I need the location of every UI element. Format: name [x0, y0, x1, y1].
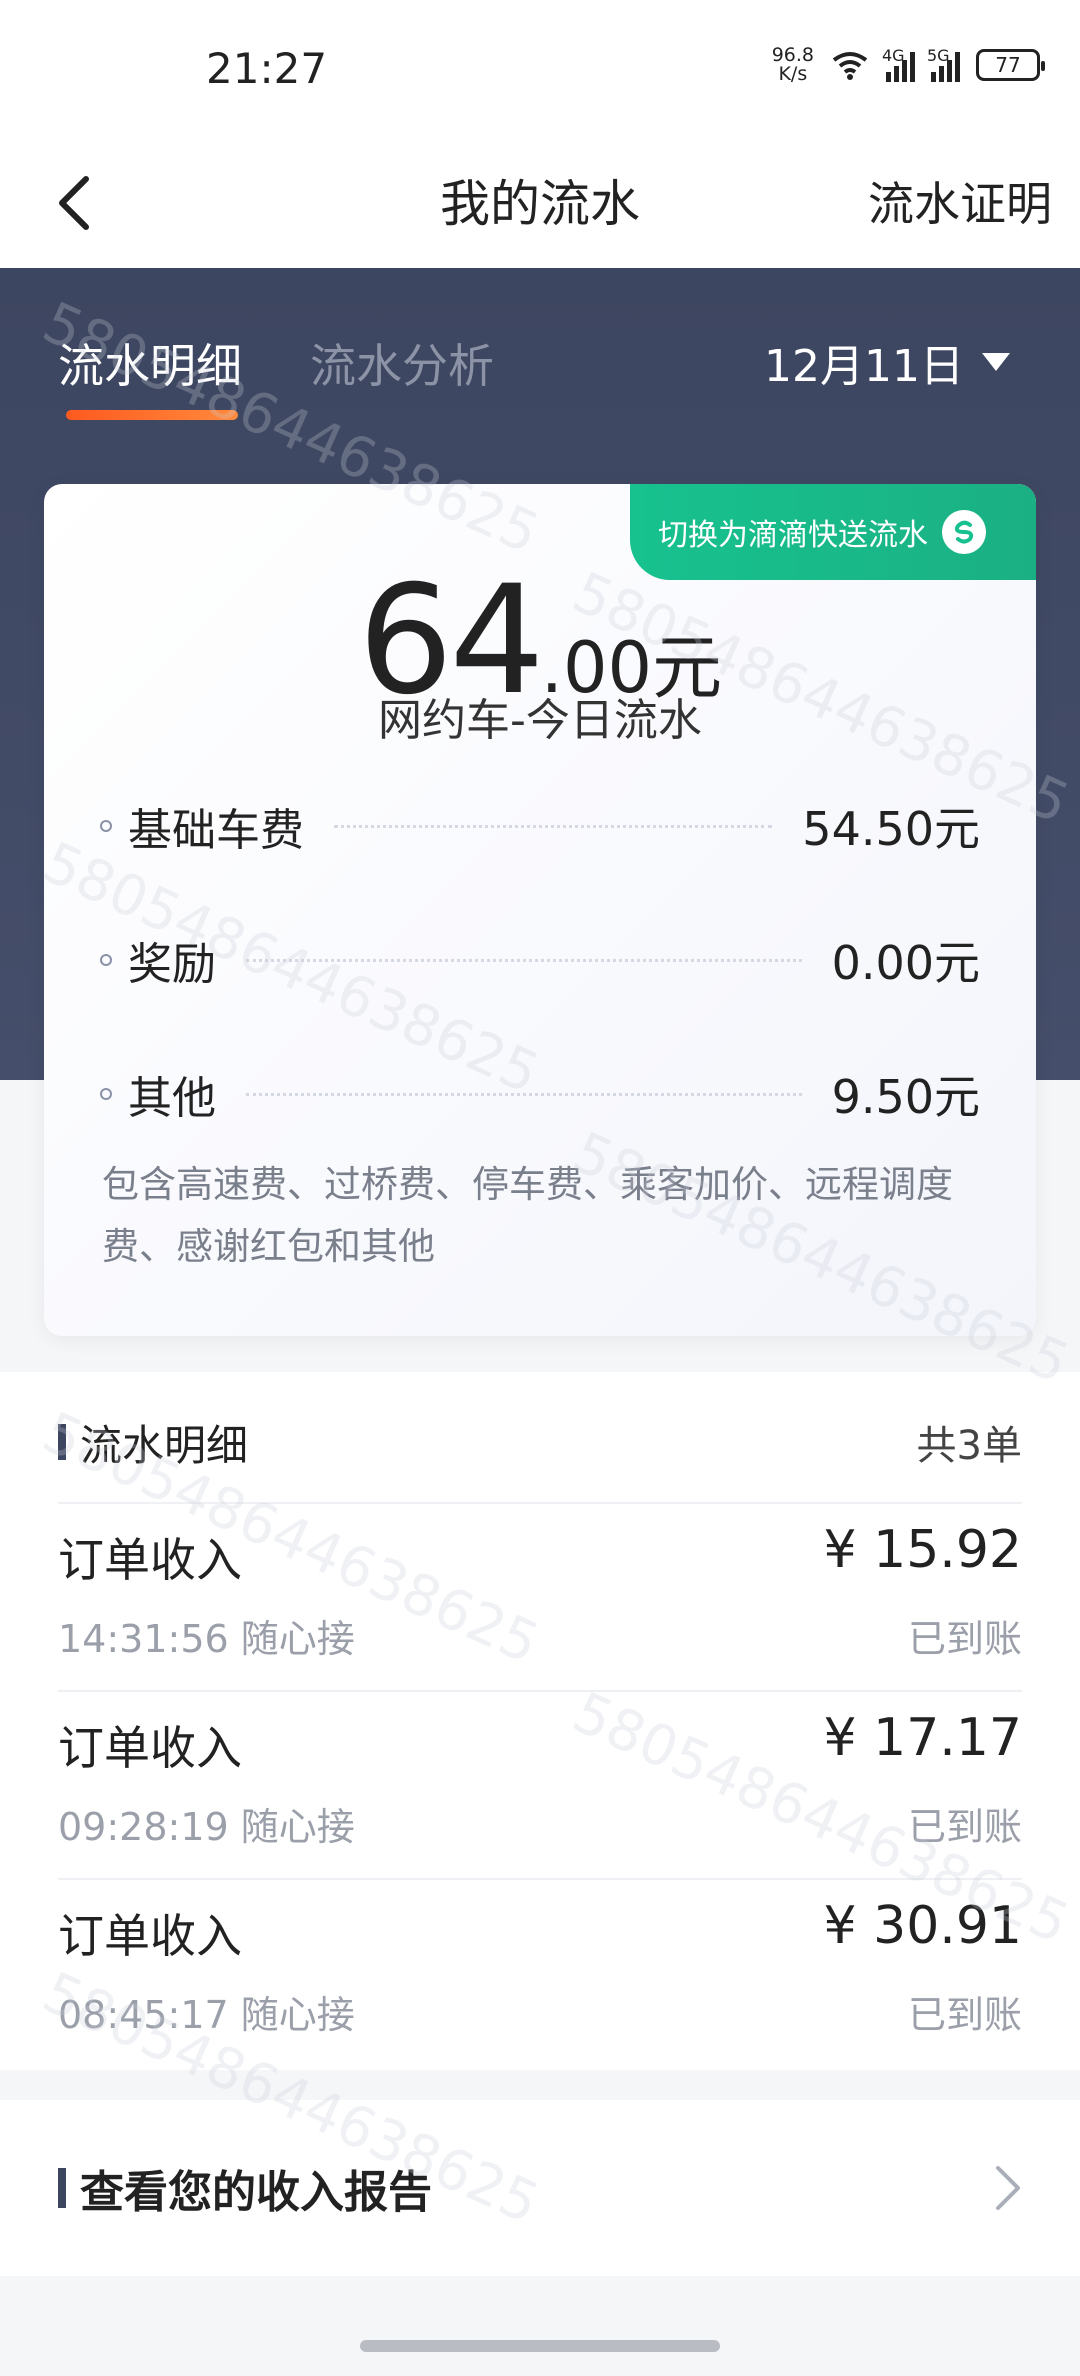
status-time: 21:27 — [206, 44, 328, 93]
bullet-icon — [100, 1088, 112, 1100]
wifi-icon — [832, 52, 868, 80]
status-icons: 96.8 K/s 4G 5G 77 — [771, 44, 1045, 85]
bullet-icon — [100, 954, 112, 966]
tab-flow-analysis[interactable]: 流水分析 — [310, 330, 494, 396]
bullet-icon — [100, 820, 112, 832]
signal-5g-icon: 5G — [927, 46, 960, 82]
date-value: 12月11日 — [764, 341, 964, 392]
line-item-base-fare: 基础车费 54.50元 — [100, 796, 980, 856]
network-speed: 96.8 K/s — [771, 44, 814, 85]
statement-certificate-link[interactable]: 流水证明 — [868, 168, 1052, 234]
section-accent-bar — [58, 2168, 66, 2208]
date-picker[interactable]: 12月11日 — [764, 330, 1010, 394]
signal-4g-icon: 4G — [882, 46, 915, 82]
chevron-right-icon — [996, 2166, 1020, 2210]
status-bar: 21:27 96.8 K/s 4G 5G 77 — [0, 0, 1080, 140]
didi-logo-icon — [942, 510, 986, 554]
line-item-other: 其他 9.50元 — [100, 1064, 980, 1124]
title-bar: 我的流水 流水证明 — [0, 140, 1080, 268]
order-count: 共3单 — [916, 1423, 1022, 1469]
battery-icon: 77 — [976, 49, 1045, 81]
caret-down-icon — [982, 353, 1010, 371]
switch-label: 切换为滴滴快送流水 — [658, 518, 928, 553]
home-indicator[interactable] — [360, 2340, 720, 2352]
